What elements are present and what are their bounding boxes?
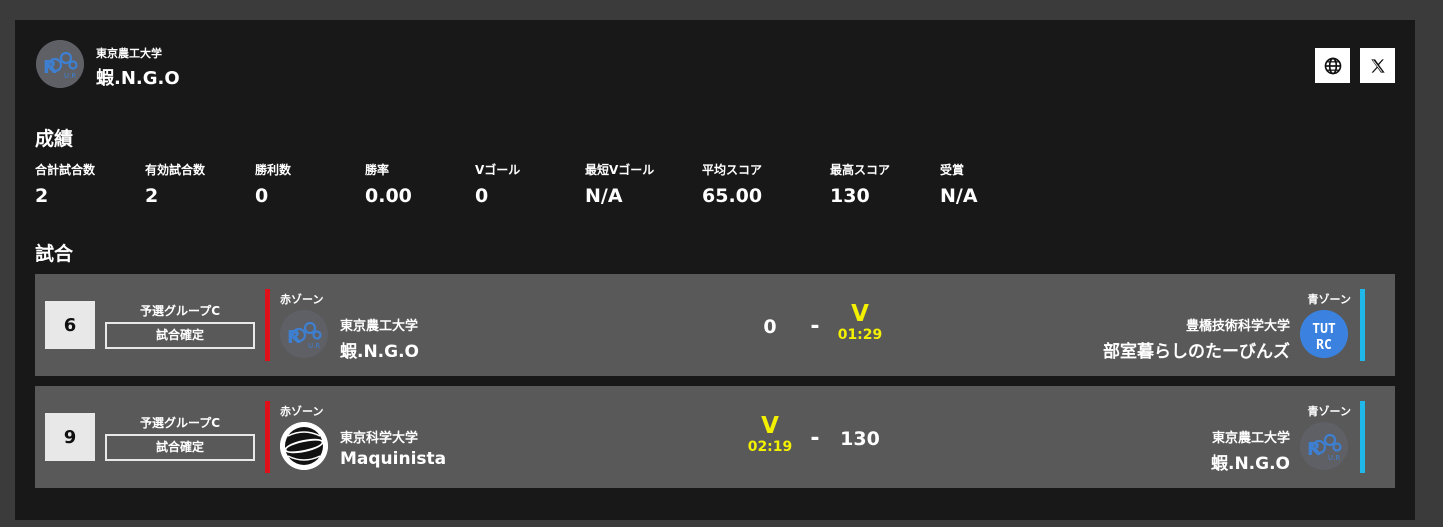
svg-text:R: R (1307, 439, 1321, 460)
score-separator: - (810, 426, 820, 451)
stat-wins: 勝利数 0 (255, 161, 291, 207)
stat-total-matches: 合計試合数 2 (35, 161, 95, 207)
match-status: 試合確定 (105, 322, 255, 349)
stat-label: 勝率 (365, 163, 390, 177)
stat-best-score: 最高スコア 130 (830, 161, 890, 207)
stat-label: 最高スコア (830, 163, 891, 177)
stat-label: 有効試合数 (145, 163, 206, 177)
stat-valid-matches: 有効試合数 2 (145, 161, 205, 207)
stat-win-rate: 勝率 0.00 (365, 161, 412, 207)
stat-awards: 受賞 N/A (940, 161, 978, 207)
matches-title: 試合 (35, 243, 74, 265)
stat-value: 0 (255, 185, 269, 207)
match-row[interactable]: 6 予選グループC 試合確定 赤ゾーン R U.R 東京農工大学 蝦.N.G.O… (35, 274, 1395, 376)
blue-zone-label: 青ゾーン (1307, 405, 1351, 418)
stat-value: 130 (830, 185, 870, 207)
stat-label: 平均スコア (702, 163, 763, 177)
match-status: 試合確定 (105, 434, 255, 461)
match-group: 予選グループC (139, 304, 221, 318)
stat-value: 2 (35, 185, 49, 207)
blue-team-logo: R U.R (1300, 422, 1348, 470)
stat-value: N/A (940, 185, 978, 207)
match-number: 6 (45, 301, 95, 349)
red-team-university: 東京科学大学 (340, 431, 419, 446)
red-vgoal: V 02:19 (740, 413, 800, 455)
red-zone-bar (265, 289, 270, 361)
stat-label: Vゴール (475, 163, 521, 177)
blue-vgoal: V 01:29 (830, 301, 890, 343)
blue-score: 130 (840, 428, 880, 450)
website-button[interactable] (1315, 48, 1350, 83)
blue-team-university: 豊橋技術科学大学 (1185, 319, 1290, 334)
stat-value: 65.00 (702, 185, 763, 207)
stat-value: 0 (475, 185, 489, 207)
blue-zone-bar (1360, 289, 1365, 361)
red-zone-label: 赤ゾーン (280, 405, 324, 418)
svg-text:U.R: U.R (64, 72, 76, 80)
blue-zone-label: 青ゾーン (1307, 293, 1351, 306)
vgoal-mark: V (851, 301, 869, 327)
svg-text:R: R (43, 57, 57, 78)
blue-team-name: 部室暮らしのたーびんズ (1103, 342, 1290, 362)
svg-text:U.R: U.R (1328, 454, 1340, 462)
x-logo-icon (1370, 58, 1385, 73)
red-zone-label: 赤ゾーン (280, 293, 324, 306)
match-group: 予選グループC (139, 416, 221, 430)
match-row[interactable]: 9 予選グループC 試合確定 赤ゾーン 東京科学大学 Maquinista V … (35, 386, 1395, 488)
red-zone-bar (265, 401, 270, 473)
stat-value: N/A (585, 185, 623, 207)
stat-average-score: 平均スコア 65.00 (702, 161, 762, 207)
team-name: 蝦.N.G.O (96, 68, 180, 89)
team-logo: R U.R (36, 40, 84, 88)
red-team-name: Maquinista (340, 449, 447, 469)
stat-label: 合計試合数 (35, 163, 96, 177)
svg-text:RC: RC (1316, 338, 1332, 353)
vgoal-time: 01:29 (837, 327, 883, 343)
stat-vgoal: Vゴール 0 (475, 161, 520, 207)
stat-label: 最短Vゴール (585, 163, 655, 177)
vgoal-time: 02:19 (747, 439, 793, 455)
score-separator: - (810, 314, 820, 339)
blue-team-logo: TUT RC (1300, 310, 1348, 358)
red-score: 0 (763, 316, 777, 338)
blue-team-name: 蝦.N.G.O (1210, 454, 1290, 474)
red-team-university: 東京農工大学 (340, 319, 419, 334)
stat-label: 受賞 (940, 163, 965, 177)
stat-value: 2 (145, 185, 159, 207)
results-title: 成績 (35, 128, 74, 150)
blue-zone-bar (1360, 401, 1365, 473)
red-team-logo: R U.R (280, 310, 328, 358)
stat-value: 0.00 (365, 185, 412, 207)
stat-label: 勝利数 (255, 163, 292, 177)
svg-text:R: R (287, 327, 301, 348)
x-button[interactable] (1360, 48, 1395, 83)
svg-text:TUT: TUT (1312, 322, 1336, 337)
svg-text:U.R: U.R (308, 342, 320, 350)
team-university: 東京農工大学 (96, 47, 162, 60)
stat-fastest-vgoal: 最短Vゴール N/A (585, 161, 654, 207)
vgoal-mark: V (761, 413, 779, 439)
blue-team-university: 東京農工大学 (1211, 431, 1290, 446)
red-team-logo (280, 422, 328, 470)
globe-icon (1324, 57, 1341, 74)
match-number: 9 (45, 413, 95, 461)
team-detail-panel: R U.R 東京農工大学 蝦.N.G.O 成績 合計試合数 2 有効試合数 2 … (15, 20, 1415, 520)
red-team-name: 蝦.N.G.O (340, 342, 420, 362)
